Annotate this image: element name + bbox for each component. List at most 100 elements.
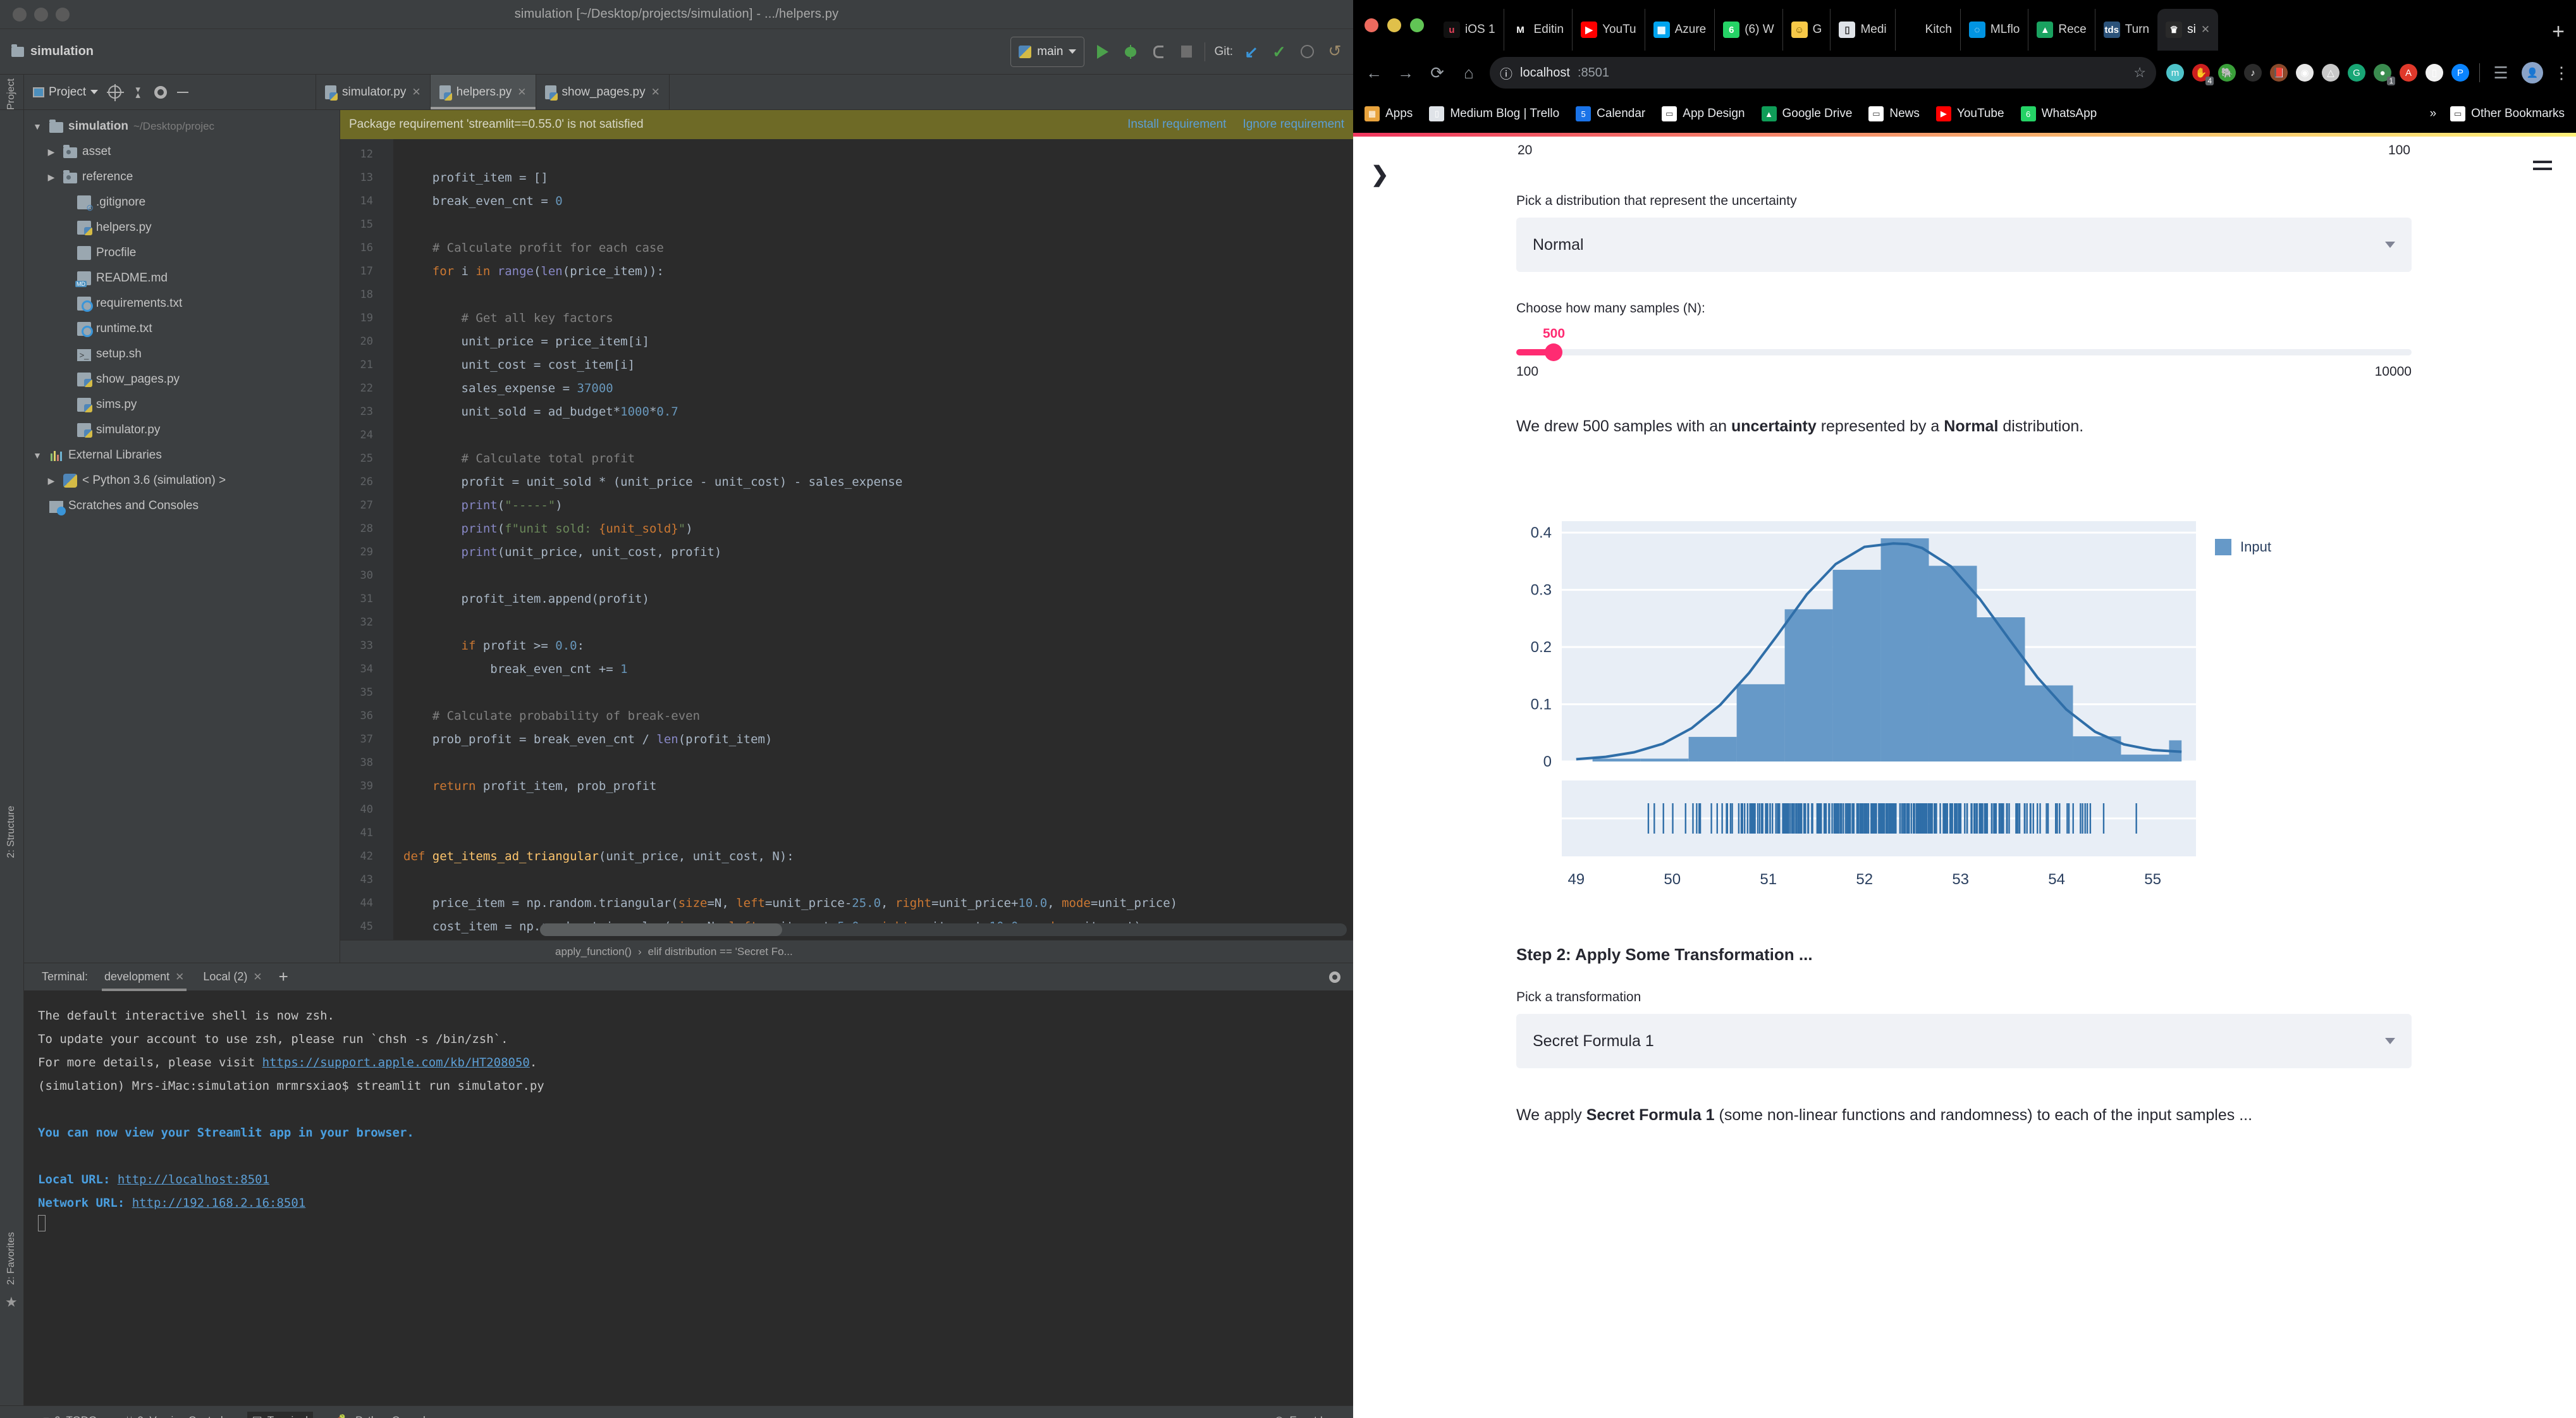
extension-icon-9[interactable]: ●1 <box>2374 64 2391 82</box>
code-line[interactable] <box>393 868 1353 892</box>
code-line[interactable]: # Get all key factors <box>393 307 1353 330</box>
stop-button[interactable] <box>1177 42 1196 61</box>
new-terminal-button[interactable]: + <box>279 967 288 987</box>
event-log-button[interactable]: ◠ Event Log <box>1275 1414 1338 1418</box>
tree-item-sims-py[interactable]: sims.py <box>24 392 340 417</box>
code-line[interactable]: profit = unit_sold * (unit_price - unit_… <box>393 471 1353 494</box>
code-line[interactable] <box>393 611 1353 634</box>
tree-item-reference[interactable]: ▶reference <box>24 164 340 190</box>
tree-item-setup-sh[interactable]: >_setup.sh <box>24 342 340 367</box>
extension-icon-6[interactable]: ◉ <box>2296 64 2314 82</box>
code-line[interactable]: def get_items_ad_triangular(unit_price, … <box>393 845 1353 868</box>
code-text[interactable]: profit_item = [] break_even_cnt = 0 # Ca… <box>393 139 1353 940</box>
run-configuration-selector[interactable]: main <box>1010 37 1084 67</box>
code-line[interactable] <box>393 798 1353 822</box>
git-update-icon[interactable]: ↙ <box>1242 42 1261 61</box>
bookmarks-overflow-icon[interactable]: » <box>2430 107 2437 121</box>
tool-button-todo[interactable]: ≡ 6: TODO <box>38 1412 102 1418</box>
extension-icon-12[interactable]: P <box>2451 64 2469 82</box>
browser-tab-medi[interactable]: ▯Medi <box>1830 9 1894 51</box>
close-window-button[interactable] <box>1365 18 1378 32</box>
ignore-requirement-link[interactable]: Ignore requirement <box>1242 118 1344 132</box>
gear-icon[interactable] <box>154 86 167 99</box>
bookmark-star-icon[interactable]: ☆ <box>2133 65 2146 81</box>
close-icon[interactable]: ✕ <box>2201 23 2210 36</box>
avatar[interactable]: 👤 <box>2522 62 2543 83</box>
code-line[interactable]: if profit >= 0.0: <box>393 634 1353 658</box>
code-line[interactable]: unit_price = price_item[i] <box>393 330 1353 354</box>
git-history-icon[interactable] <box>1297 42 1316 61</box>
code-line[interactable] <box>393 283 1353 307</box>
code-line[interactable]: sales_expense = 37000 <box>393 377 1353 400</box>
tool-button-terminal[interactable]: ▣ Terminal <box>247 1412 313 1418</box>
tool-button-python-console[interactable]: 🐍 Python Console <box>332 1412 436 1418</box>
bookmark-google-drive[interactable]: ▲Google Drive <box>1762 106 1853 121</box>
code-line[interactable]: unit_cost = cost_item[i] <box>393 354 1353 377</box>
project-breadcrumb[interactable]: simulation <box>11 44 94 59</box>
reading-list-icon[interactable]: ☰ <box>2490 63 2512 83</box>
chrome-menu-icon[interactable]: ⋮ <box>2553 70 2566 76</box>
twisty-icon[interactable]: ▼ <box>30 121 44 132</box>
browser-tab-6-w[interactable]: 6(6) W <box>1714 9 1782 51</box>
editor-tab-helpers[interactable]: helpers.py ✕ <box>431 75 536 109</box>
back-button[interactable]: ← <box>1363 63 1385 83</box>
minimize-window-button[interactable] <box>34 8 48 22</box>
git-rollback-icon[interactable]: ↺ <box>1325 42 1344 61</box>
run-button[interactable] <box>1093 42 1112 61</box>
code-line[interactable] <box>393 681 1353 705</box>
breadcrumb-item-function[interactable]: apply_function() <box>555 946 632 958</box>
tree-item-readme-md[interactable]: README.md <box>24 266 340 291</box>
terminal-tab-local[interactable]: Local (2) ✕ <box>200 963 264 991</box>
terminal-output[interactable]: The default interactive shell is now zsh… <box>24 990 1353 1405</box>
code-line[interactable]: # Calculate probability of break-even <box>393 705 1353 728</box>
site-info-icon[interactable]: ⓘ <box>1500 64 1512 82</box>
code-line[interactable]: print("-----") <box>393 494 1353 517</box>
browser-tab-g[interactable]: ☺G <box>1782 9 1831 51</box>
tree-item-simulation[interactable]: ▼simulation~/Desktop/projec <box>24 114 340 139</box>
maximize-window-button[interactable] <box>1410 18 1424 32</box>
close-icon[interactable]: ✕ <box>175 971 184 983</box>
close-icon[interactable]: ✕ <box>651 86 660 99</box>
rail-structure-label[interactable]: 2: Structure <box>6 806 17 858</box>
code-line[interactable]: # Calculate profit for each case <box>393 237 1353 260</box>
distribution-select[interactable]: Normal <box>1516 218 2412 272</box>
close-window-button[interactable] <box>13 8 27 22</box>
tree-item-asset[interactable]: ▶asset <box>24 139 340 164</box>
project-view-selector[interactable]: Project <box>33 85 98 99</box>
browser-tab-ios-1[interactable]: uiOS 1 <box>1435 9 1504 51</box>
close-icon[interactable]: ✕ <box>517 86 526 99</box>
browser-tab-editin[interactable]: MEditin <box>1504 9 1573 51</box>
close-icon[interactable]: ✕ <box>412 86 420 99</box>
tree-item-procfile[interactable]: Procfile <box>24 240 340 266</box>
maximize-window-button[interactable] <box>56 8 70 22</box>
code-line[interactable] <box>393 424 1353 447</box>
extension-icons[interactable]: m✋4🐘♪📕◉△G●1A▯P <box>2166 64 2469 82</box>
project-tree[interactable]: ▼simulation~/Desktop/projec▶asset▶refere… <box>24 110 340 963</box>
extension-icon-2[interactable]: ✋4 <box>2192 64 2210 82</box>
code-line[interactable]: break_even_cnt = 0 <box>393 190 1353 213</box>
code-line[interactable]: break_even_cnt += 1 <box>393 658 1353 681</box>
address-bar[interactable]: ⓘ localhost :8501 ☆ <box>1490 57 2156 89</box>
run-with-coverage-button[interactable] <box>1149 42 1168 61</box>
tree-item-runtime-txt[interactable]: runtime.txt <box>24 316 340 342</box>
bookmark-app-design[interactable]: ▭App Design <box>1662 106 1745 121</box>
slider-track[interactable] <box>1516 349 2412 355</box>
tree-item-gitignore[interactable]: .gitignore <box>24 190 340 215</box>
twisty-icon[interactable]: ▶ <box>44 172 58 183</box>
browser-tab-rece[interactable]: ▲Rece <box>2028 9 2094 51</box>
code-line[interactable] <box>393 213 1353 237</box>
extension-icon-10[interactable]: A <box>2400 64 2417 82</box>
editor-tab-show-pages[interactable]: show_pages.py ✕ <box>536 75 670 109</box>
browser-tab-azure[interactable]: ▦Azure <box>1645 9 1715 51</box>
extension-icon-1[interactable]: m <box>2166 64 2184 82</box>
browser-tab-si[interactable]: ♛si✕ <box>2157 9 2218 51</box>
extension-icon-11[interactable]: ▯ <box>2426 64 2443 82</box>
browser-tab-turn[interactable]: tdsTurn <box>2095 9 2157 51</box>
code-line[interactable]: prob_profit = break_even_cnt / len(profi… <box>393 728 1353 751</box>
code-line[interactable] <box>393 143 1353 166</box>
browser-tab-youtu[interactable]: ▶YouTu <box>1572 9 1645 51</box>
breadcrumb-item-branch[interactable]: elif distribution == 'Secret Fo... <box>648 946 793 958</box>
extension-icon-8[interactable]: G <box>2348 64 2365 82</box>
terminal-link[interactable]: http://localhost:8501 <box>118 1173 269 1187</box>
browser-tab-kitch[interactable]: Kitch <box>1895 9 1960 51</box>
